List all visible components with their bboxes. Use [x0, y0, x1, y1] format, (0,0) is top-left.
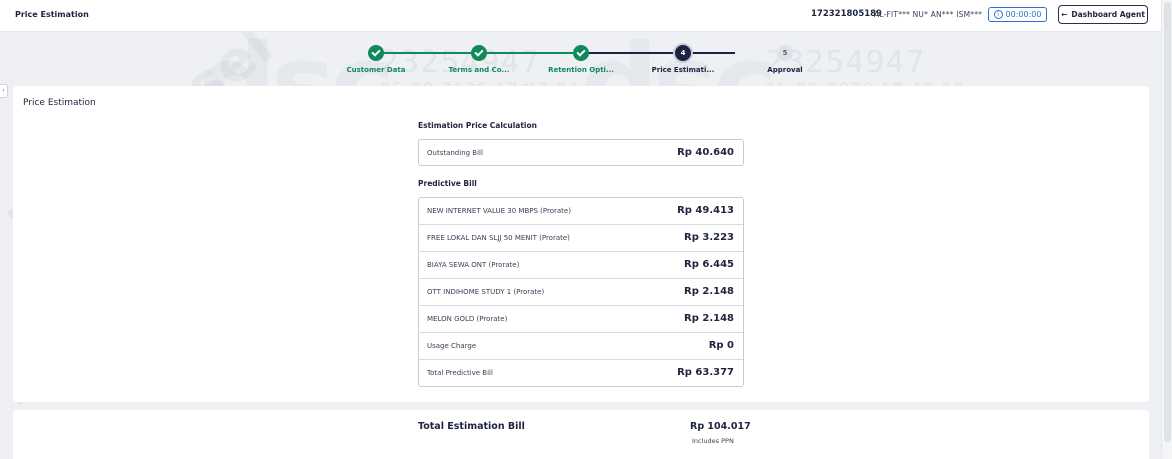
step-3-check-icon[interactable] [573, 45, 589, 61]
step-label-approval[interactable]: Approval [767, 66, 802, 74]
total-estimation-label: Total Estimation Bill [418, 421, 525, 432]
dashboard-agent-button[interactable]: ← Dashboard Agent [1058, 5, 1148, 24]
bill-item-label: NEW INTERNET VALUE 30 MBPS (Prorate) [427, 207, 571, 215]
card-title: Price Estimation [23, 98, 96, 108]
list-item: OTT INDIHOME STUDY 1 (Prorate) Rp 2.148 [419, 279, 743, 306]
bill-item-label: MELON GOLD (Prorate) [427, 315, 508, 323]
list-item: NEW INTERNET VALUE 30 MBPS (Prorate) Rp … [419, 198, 743, 225]
outstanding-bill-value: Rp 40.640 [677, 147, 734, 158]
list-item: FREE LOKAL DAN SLJJ 50 MENIT (Prorate) R… [419, 225, 743, 252]
customer-msisdn: 172321805189 [811, 9, 882, 19]
session-timer: i 00:00:00 [988, 7, 1047, 22]
step-label-customer-data[interactable]: Customer Data [347, 66, 406, 74]
includes-ppn-note: Includes PPN [692, 437, 734, 445]
bill-item-value: Rp 6.445 [684, 259, 734, 270]
step-connector [487, 52, 573, 54]
step-5-indicator[interactable]: 5 [777, 45, 793, 61]
page-title: Price Estimation [15, 10, 89, 19]
predictive-bill-list: NEW INTERNET VALUE 30 MBPS (Prorate) Rp … [418, 197, 744, 387]
outstanding-bill-row: Outstanding Bill Rp 40.640 [418, 139, 744, 166]
bill-item-value: Rp 2.148 [684, 286, 734, 297]
price-estimation-card: Price Estimation Estimation Price Calcul… [13, 86, 1149, 402]
customer-name: AL-FIT*** NU* AN*** ISM*** [874, 10, 983, 19]
bill-item-value: Rp 3.223 [684, 232, 734, 243]
bill-item-label: Total Predictive Bill [427, 369, 493, 377]
step-4-indicator[interactable]: 4 [675, 45, 691, 61]
bill-item-value: Rp 49.413 [677, 205, 734, 216]
arrow-left-icon: ← [1061, 10, 1068, 19]
list-item: BIAYA SEWA ONT (Prorate) Rp 6.445 [419, 252, 743, 279]
step-label-retention[interactable]: Retention Opti... [548, 66, 614, 74]
step-2-check-icon[interactable] [471, 45, 487, 61]
bill-item-label: FREE LOKAL DAN SLJJ 50 MENIT (Prorate) [427, 234, 570, 242]
top-header: Price Estimation 172321805189 AL-FIT*** … [0, 0, 1161, 32]
total-estimation-value: Rp 104.017 [690, 421, 751, 432]
timer-value: 00:00:00 [1005, 10, 1042, 19]
step-1-check-icon[interactable] [368, 45, 384, 61]
scrollbar-thumb[interactable] [1164, 2, 1171, 442]
list-item: Total Predictive Bill Rp 63.377 [419, 360, 743, 386]
step-label-terms[interactable]: Terms and Co... [448, 66, 509, 74]
list-item: MELON GOLD (Prorate) Rp 2.148 [419, 306, 743, 333]
predictive-heading: Predictive Bill [418, 179, 477, 188]
estimation-heading: Estimation Price Calculation [418, 121, 537, 130]
outstanding-bill-label: Outstanding Bill [427, 149, 483, 157]
step-connector [691, 52, 735, 54]
bill-item-label: OTT INDIHOME STUDY 1 (Prorate) [427, 288, 545, 296]
step-connector [589, 52, 675, 54]
step-connector [384, 52, 471, 54]
total-estimation-card: Total Estimation Bill Rp 104.017 Include… [13, 410, 1149, 459]
stepper: 4 5 Customer Data Terms and Co... Retent… [0, 40, 1161, 80]
step-label-price-estimation[interactable]: Price Estimati... [652, 66, 715, 74]
bill-item-value: Rp 0 [708, 340, 734, 351]
dashboard-agent-label: Dashboard Agent [1071, 10, 1145, 19]
info-icon: i [993, 10, 1003, 19]
scrollbar[interactable] [1161, 0, 1172, 459]
bill-item-value: Rp 2.148 [684, 313, 734, 324]
side-collapse-toggle[interactable]: ‹ [0, 84, 8, 98]
bill-item-value: Rp 63.377 [677, 367, 734, 378]
list-item: Usage Charge Rp 0 [419, 333, 743, 360]
bill-item-label: BIAYA SEWA ONT (Prorate) [427, 261, 520, 269]
bill-item-label: Usage Charge [427, 342, 477, 350]
